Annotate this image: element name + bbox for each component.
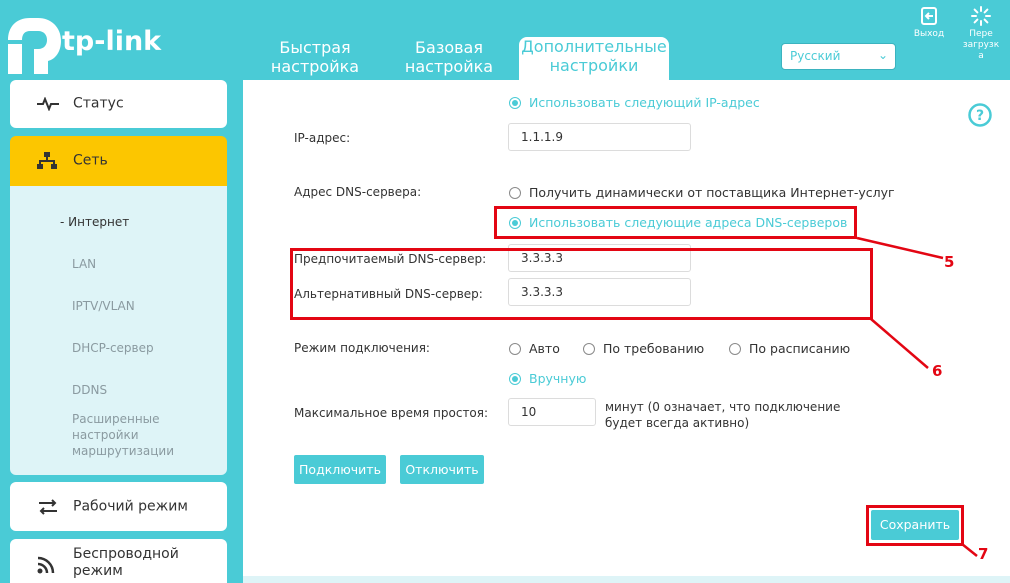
sidebar-item-label: Беспроводной режим — [73, 546, 179, 579]
annotation-number-5: 5 — [944, 253, 955, 271]
submenu-item-lan[interactable]: LAN — [72, 256, 96, 272]
ip-address-label: IP-адрес: — [294, 131, 351, 145]
tab-basic-setup[interactable]: Базовая настройка — [374, 38, 524, 80]
reboot-button[interactable]: Пере загрузк а — [961, 6, 1001, 62]
language-value: Русский — [790, 49, 841, 63]
radio-dot — [729, 343, 741, 355]
sidebar-item-network[interactable]: Сеть — [10, 136, 227, 186]
radio-mode-manual[interactable]: Вручную — [509, 371, 586, 386]
submenu-item-routing[interactable]: Расширенные настройки маршрутизации — [72, 411, 192, 459]
submenu-item-dhcp[interactable]: DHCP-сервер — [72, 340, 154, 356]
sidebar-item-label: Рабочий режим — [73, 498, 188, 514]
disconnect-button[interactable]: Отключить — [400, 455, 484, 484]
radio-label: По расписанию — [749, 341, 851, 356]
submenu-item-iptv[interactable]: IPTV/VLAN — [72, 298, 135, 314]
idle-time-input[interactable]: 10 — [508, 398, 596, 426]
connection-mode-label: Режим подключения: — [294, 341, 430, 355]
wifi-icon — [37, 556, 55, 574]
radio-mode-auto[interactable]: Авто — [509, 341, 560, 356]
sidebar-item-label: Статус — [73, 95, 124, 112]
radio-dot — [509, 343, 521, 355]
radio-dns-dynamic[interactable]: Получить динамически от поставщика Интер… — [509, 185, 895, 200]
logout-icon — [921, 7, 937, 25]
radio-mode-on-demand[interactable]: По требованию — [583, 341, 704, 356]
chevron-down-icon: ⌄ — [877, 48, 888, 62]
logout-label: Выход — [913, 29, 945, 39]
sidebar-item-status[interactable]: Статус — [10, 80, 227, 128]
reboot-icon — [971, 6, 991, 26]
language-select[interactable]: Русский ⌄ — [781, 43, 896, 70]
radio-use-static-ip[interactable]: Использовать следующий IP-адрес — [509, 95, 760, 110]
annotation-number-6: 6 — [932, 362, 943, 380]
submenu-label: Интернет — [68, 215, 130, 229]
tab-quick-setup[interactable]: Быстрая настройка — [240, 38, 390, 80]
svg-text:?: ? — [976, 108, 984, 124]
idle-time-hint: минут (0 означает, что подключение будет… — [605, 400, 841, 430]
network-submenu: - Интернет LAN IPTV/VLAN DHCP-сервер DDN… — [10, 186, 227, 475]
tab-advanced-setup[interactable]: Дополнительные настройки — [519, 37, 669, 80]
radio-label: Авто — [529, 341, 560, 356]
reboot-label: Пере загрузк а — [962, 29, 1000, 61]
sidebar-item-label: Сеть — [73, 152, 108, 169]
logout-button[interactable]: Выход — [909, 6, 949, 40]
submenu-item-ddns[interactable]: DDNS — [72, 382, 107, 398]
radio-label: Вручную — [529, 371, 587, 386]
connect-button[interactable]: Подключить — [294, 455, 386, 484]
logo-text: tp-link — [62, 26, 162, 57]
sidebar-item-work-mode[interactable]: Рабочий режим — [10, 482, 227, 531]
radio-label: Использовать следующий IP-адрес — [529, 95, 760, 110]
radio-mode-scheduled[interactable]: По расписанию — [729, 341, 850, 356]
radio-dot — [509, 97, 521, 109]
annotation-box-6 — [290, 248, 873, 320]
help-icon[interactable]: ? — [968, 103, 992, 127]
radio-dot — [583, 343, 595, 355]
submenu-item-internet[interactable]: - Интернет — [60, 214, 129, 230]
annotation-box-7 — [866, 505, 964, 546]
radio-dot — [509, 373, 521, 385]
sidebar-item-wireless[interactable]: Беспроводной режим — [10, 539, 227, 583]
ip-address-input[interactable]: 1.1.1.9 — [508, 123, 691, 151]
idle-time-label: Максимальное время простоя: — [294, 406, 489, 420]
swap-arrows-icon — [39, 498, 57, 515]
radio-dot — [509, 187, 521, 199]
annotation-number-7: 7 — [978, 545, 989, 563]
pulse-icon — [37, 97, 59, 111]
network-icon — [37, 152, 57, 169]
annotation-box-5 — [494, 206, 857, 239]
radio-label: Получить динамически от поставщика Интер… — [529, 185, 895, 200]
header: tp-link Быстрая настройка Базовая настро… — [0, 0, 1010, 80]
radio-label: По требованию — [603, 341, 705, 356]
bottom-strip — [243, 576, 1010, 583]
dns-address-label: Адрес DNS-сервера: — [294, 185, 422, 199]
main-panel — [243, 80, 1010, 576]
